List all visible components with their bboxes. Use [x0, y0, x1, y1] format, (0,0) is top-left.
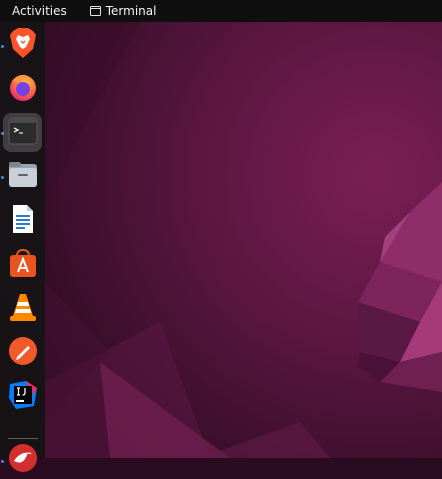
app-menu-terminal[interactable]: Terminal: [78, 0, 157, 22]
dock: [0, 22, 45, 472]
intellij-icon: [8, 380, 38, 414]
software-bag-icon: [8, 248, 38, 282]
dock-item-files[interactable]: [3, 157, 42, 196]
dock-item-intellij[interactable]: [3, 377, 42, 416]
dock-separator: [8, 438, 38, 439]
vlc-cone-icon: [9, 292, 37, 326]
desktop-wallpaper: [0, 22, 442, 458]
dock-item-red-bird-app[interactable]: [3, 440, 42, 479]
dock-item-firefox[interactable]: [3, 69, 42, 108]
dock-item-text-editor[interactable]: [3, 333, 42, 372]
app-menu-label: Terminal: [105, 4, 157, 18]
brave-lion-icon: [9, 27, 37, 63]
activities-button[interactable]: Activities: [0, 0, 78, 22]
terminal-window-icon: [89, 6, 101, 16]
top-bar: Activities Terminal: [0, 0, 442, 22]
firefox-icon: [8, 72, 38, 106]
dock-item-software[interactable]: [3, 245, 42, 284]
writer-document-icon: [11, 204, 35, 238]
files-folder-icon: [8, 161, 38, 193]
dock-item-vlc[interactable]: [3, 289, 42, 328]
pencil-icon: [8, 336, 38, 370]
red-bird-icon: [8, 443, 38, 477]
dock-item-terminal[interactable]: [3, 113, 42, 152]
dock-item-brave[interactable]: [3, 25, 42, 64]
dock-item-writer[interactable]: [3, 201, 42, 240]
terminal-icon: [8, 117, 38, 149]
